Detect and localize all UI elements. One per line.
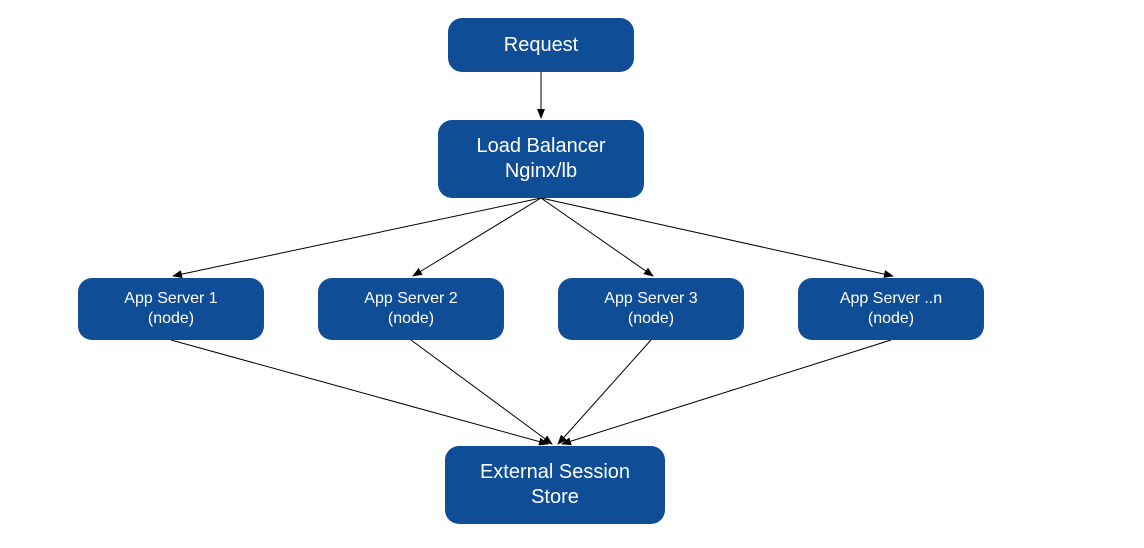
node-load-balancer-label-2: Nginx/lb xyxy=(505,159,577,184)
node-app-server-2-label-2: (node) xyxy=(388,309,434,329)
node-app-server-n-label-2: (node) xyxy=(868,309,914,329)
node-app-server-1-label-2: (node) xyxy=(148,309,194,329)
edge-lb-app1 xyxy=(173,198,541,276)
edge-lb-appn xyxy=(541,198,893,276)
node-session-store-label-2: Store xyxy=(531,485,579,510)
node-app-server-2-label-1: App Server 2 xyxy=(364,289,457,309)
node-app-server-n: App Server ..n (node) xyxy=(798,278,984,340)
edge-appn-store xyxy=(562,340,891,444)
node-app-server-1: App Server 1 (node) xyxy=(78,278,264,340)
node-request: Request xyxy=(448,18,634,72)
node-session-store-label-1: External Session xyxy=(480,460,630,485)
node-app-server-3: App Server 3 (node) xyxy=(558,278,744,340)
node-app-server-3-label-2: (node) xyxy=(628,309,674,329)
edge-app1-store xyxy=(171,340,548,444)
node-app-server-2: App Server 2 (node) xyxy=(318,278,504,340)
node-session-store: External Session Store xyxy=(445,446,665,524)
edge-app3-store xyxy=(558,340,651,444)
node-load-balancer: Load Balancer Nginx/lb xyxy=(438,120,644,198)
node-app-server-1-label-1: App Server 1 xyxy=(124,289,217,309)
edge-lb-app2 xyxy=(413,198,541,276)
node-app-server-n-label-1: App Server ..n xyxy=(840,289,942,309)
node-app-server-3-label-1: App Server 3 xyxy=(604,289,697,309)
node-request-label: Request xyxy=(504,33,579,58)
edge-lb-app3 xyxy=(541,198,653,276)
node-load-balancer-label-1: Load Balancer xyxy=(477,134,606,159)
edge-app2-store xyxy=(411,340,552,444)
